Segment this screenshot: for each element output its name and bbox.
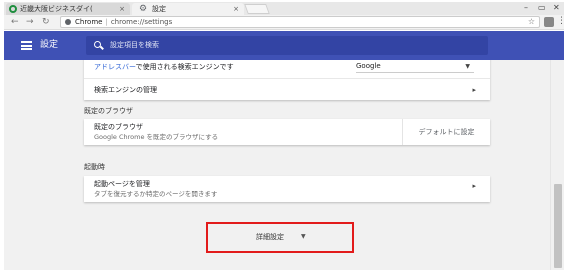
search-icon xyxy=(94,41,101,48)
dropdown-caret-icon: ▼ xyxy=(465,63,470,70)
reload-icon[interactable]: ↻ xyxy=(42,16,50,28)
url-path: chrome://settings xyxy=(110,18,173,26)
search-engine-select[interactable]: Google ▼ xyxy=(356,61,474,73)
startup-subtitle: タブを復元するか特定のページを開きます xyxy=(94,190,218,198)
chevron-down-icon: ▼ xyxy=(301,233,306,240)
maximize-icon[interactable]: ▭ xyxy=(538,2,546,14)
startup-title: 起動ページを管理 xyxy=(94,180,150,188)
chevron-right-icon: ▸ xyxy=(472,182,476,190)
search-engine-value: Google xyxy=(356,62,381,70)
minimize-icon[interactable]: – xyxy=(524,2,528,14)
manage-search-engines-label: 検索エンジンの管理 xyxy=(94,86,157,94)
search-engine-card: アドレスバーで使用される検索エンジンです Google ▼ 検索エンジンの管理 … xyxy=(84,60,490,100)
tab-title: 設定 xyxy=(152,5,166,13)
site-favicon-icon xyxy=(9,5,17,13)
tab-kinki-business[interactable]: 近畿大阪ビジネスダイ( × xyxy=(6,3,130,15)
page-title: 設定 xyxy=(40,40,59,50)
star-icon[interactable]: ☆ xyxy=(528,17,535,27)
manage-search-engines-row[interactable]: 検索エンジンの管理 ▸ xyxy=(84,78,490,100)
close-tab-icon[interactable]: × xyxy=(233,3,239,15)
startup-section-title: 起動時 xyxy=(84,163,105,171)
default-browser-row: 既定のブラウザ Google Chrome を既定のブラウザにする デフォルトに… xyxy=(84,119,490,145)
settings-header: 設定 設定項目を検索 xyxy=(4,31,564,60)
search-placeholder: 設定項目を検索 xyxy=(110,41,159,49)
browser-window: 近畿大阪ビジネスダイ( × ⚙ 設定 × – ▭ ✕ ← → ↻ Chrome |… xyxy=(0,0,568,276)
tab-title: 近畿大阪ビジネスダイ( xyxy=(20,5,93,13)
browser-toolbar: ← → ↻ Chrome | chrome://settings ☆ ⋮ xyxy=(4,15,566,30)
tab-settings[interactable]: ⚙ 設定 × xyxy=(132,3,244,15)
tab-strip: 近畿大阪ビジネスダイ( × ⚙ 設定 × – ▭ ✕ xyxy=(4,2,564,15)
startup-card: 起動ページを管理 タブを復元するか特定のページを開きます ▸ xyxy=(84,176,490,202)
window-close-icon[interactable]: ✕ xyxy=(553,2,560,14)
address-bar-link[interactable]: アドレスバー xyxy=(94,63,136,71)
chevron-right-icon: ▸ xyxy=(472,86,476,94)
url-site: Chrome xyxy=(75,18,103,26)
manage-startup-pages-row[interactable]: 起動ページを管理 タブを復元するか特定のページを開きます ▸ xyxy=(84,176,490,202)
close-tab-icon[interactable]: × xyxy=(119,3,125,15)
default-browser-card: 既定のブラウザ Google Chrome を既定のブラウザにする デフォルトに… xyxy=(84,119,490,145)
gear-icon: ⚙ xyxy=(139,4,148,14)
back-arrow-icon[interactable]: ← xyxy=(11,16,19,28)
set-default-button[interactable]: デフォルトに設定 xyxy=(402,119,490,145)
url-separator: | xyxy=(105,18,108,26)
address-bar[interactable]: Chrome | chrome://settings ☆ xyxy=(60,16,540,28)
new-tab-button[interactable] xyxy=(244,4,270,14)
search-engine-label: で使用される検索エンジンです xyxy=(135,63,234,71)
forward-arrow-icon[interactable]: → xyxy=(26,16,34,28)
default-browser-section-title: 既定のブラウザ xyxy=(84,107,133,115)
hamburger-menu-icon[interactable] xyxy=(21,41,32,50)
menu-dots-icon[interactable]: ⋮ xyxy=(557,15,566,28)
scrollbar[interactable] xyxy=(550,60,564,270)
scrollbar-thumb[interactable] xyxy=(554,184,562,268)
extension-icon[interactable] xyxy=(544,17,554,27)
advanced-settings-button[interactable]: 詳細設定 ▼ xyxy=(206,222,354,253)
chrome-site-icon xyxy=(65,19,71,25)
settings-search-input[interactable]: 設定項目を検索 xyxy=(86,36,488,55)
advanced-settings-label: 詳細設定 xyxy=(256,233,284,241)
search-engine-row: アドレスバーで使用される検索エンジンです Google ▼ xyxy=(84,60,490,78)
